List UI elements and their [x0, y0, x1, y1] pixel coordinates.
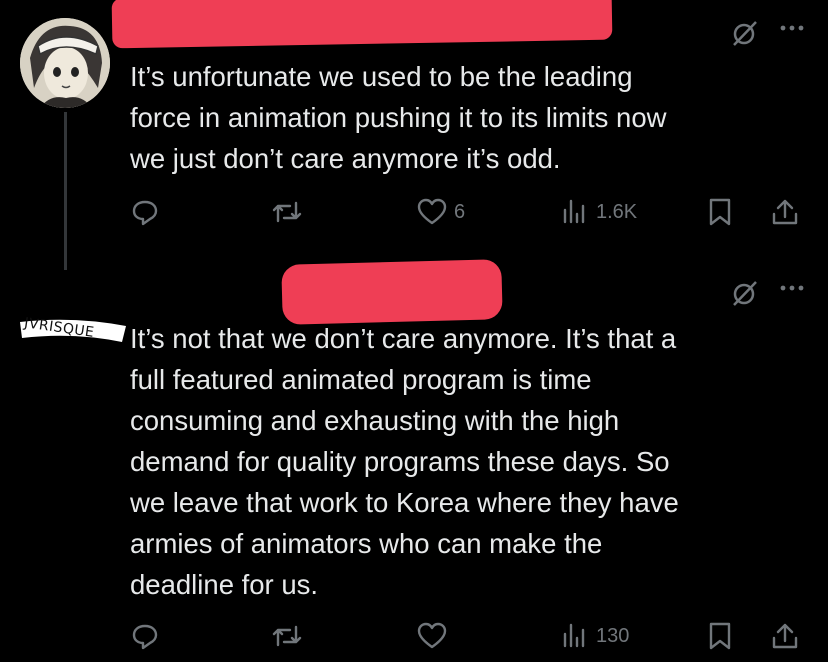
- share-icon: [770, 197, 800, 227]
- reply-icon: [130, 621, 160, 651]
- views-icon: [560, 621, 590, 651]
- retweet-button[interactable]: [270, 620, 310, 652]
- reply-button[interactable]: [130, 620, 166, 652]
- avatar[interactable]: [20, 18, 110, 108]
- retweet-button[interactable]: [270, 196, 310, 228]
- like-button[interactable]: [416, 620, 454, 652]
- tweet-text: It’s not that we don’t care anymore. It’…: [130, 323, 679, 600]
- more-icon[interactable]: [778, 278, 808, 298]
- retweet-icon: [270, 197, 304, 227]
- views-count: 1.6K: [596, 200, 638, 223]
- tweet-text: It’s unfortunate we used to be the leadi…: [130, 61, 667, 174]
- like-button[interactable]: 6: [416, 196, 465, 228]
- views-icon: [560, 197, 590, 227]
- bookmark-button[interactable]: [706, 620, 734, 652]
- tweet-actions: 130: [130, 620, 810, 652]
- retweet-icon: [270, 621, 304, 651]
- share-button[interactable]: [770, 620, 800, 652]
- reply-icon: [130, 197, 160, 227]
- like-count: 6: [454, 200, 466, 223]
- reply-button[interactable]: [130, 196, 166, 228]
- views-button[interactable]: 130: [560, 620, 629, 652]
- username-redaction: [111, 0, 613, 49]
- share-icon: [770, 621, 800, 651]
- bookmark-icon: [706, 621, 734, 651]
- avatar-illustration: [20, 18, 110, 108]
- heart-icon: [416, 621, 448, 651]
- bookmark-icon: [706, 197, 734, 227]
- bookmark-button[interactable]: [706, 196, 734, 228]
- username-redaction: [281, 259, 503, 325]
- heart-icon: [416, 197, 448, 227]
- grok-icon[interactable]: [730, 18, 760, 48]
- views-button[interactable]: 1.6K: [560, 196, 637, 228]
- avatar[interactable]: JVRISQUE: [18, 315, 128, 342]
- share-button[interactable]: [770, 196, 800, 228]
- views-count: 130: [596, 624, 630, 647]
- more-icon[interactable]: [778, 18, 808, 38]
- grok-icon[interactable]: [730, 278, 760, 308]
- thread-line: [64, 112, 67, 270]
- tweet-actions: 6 1.6K: [130, 196, 810, 228]
